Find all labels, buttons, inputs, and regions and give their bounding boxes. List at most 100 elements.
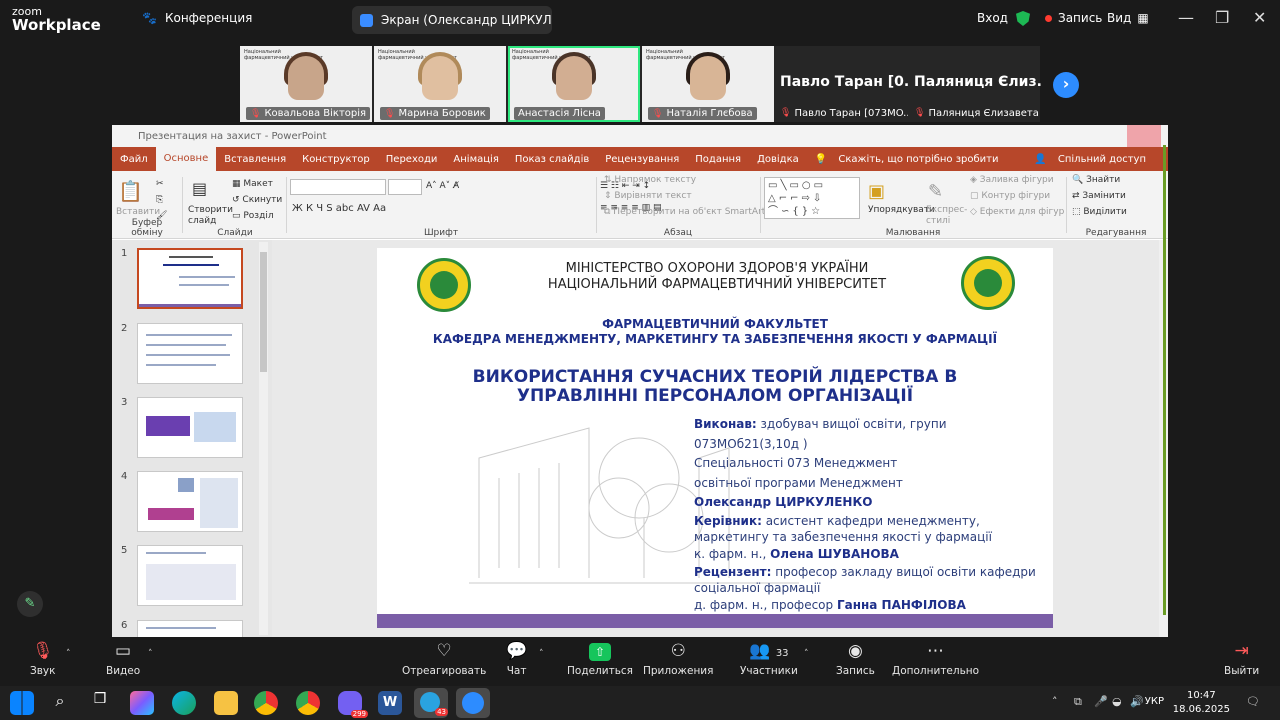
tab-transitions[interactable]: Переходи — [378, 154, 446, 165]
participant-video — [288, 56, 324, 100]
slide-thumbnail[interactable] — [137, 545, 243, 606]
tell-me-box[interactable]: 💡 Скажіть, що потрібно зробити — [807, 154, 1015, 165]
participant-tile-no-video[interactable]: Павло Таран [0... 🎙 Павло Таран [073MO... — [774, 46, 913, 122]
viber-icon[interactable]: 299 — [338, 691, 368, 718]
section-button[interactable]: ▭ Розділ — [232, 211, 274, 221]
more-button[interactable]: ⋯ Дополнительно — [892, 640, 979, 677]
search-icon[interactable]: ⌕ — [48, 691, 72, 715]
record-button[interactable]: ◉ Запись — [836, 640, 875, 677]
video-button[interactable]: ▭ Видео — [106, 640, 140, 677]
annotate-pen-icon[interactable]: ✎ — [17, 591, 43, 617]
task-view-icon[interactable]: ❒ — [88, 691, 112, 715]
maximize-icon[interactable]: ❐ — [1215, 8, 1229, 27]
slide-thumbnail[interactable] — [137, 397, 243, 458]
align-text-button[interactable]: ⇕ Вирівняти текст — [604, 191, 692, 201]
tab-animation[interactable]: Анімація — [445, 154, 506, 165]
font-size-combo[interactable] — [388, 179, 422, 195]
chrome-icon[interactable] — [254, 691, 278, 715]
participant-tile[interactable]: Національний фармацевтичний університет … — [374, 46, 506, 122]
audio-button[interactable]: 🎙 Звук — [30, 640, 55, 677]
font-grow-shrink-icon[interactable]: A˄ A˅ A̸ — [426, 181, 459, 191]
next-page-arrow-icon[interactable]: › — [1053, 72, 1079, 98]
participants-button[interactable]: 👥 33 Участники — [740, 640, 798, 677]
ppt-close-button[interactable] — [1127, 125, 1161, 147]
muted-microphone-icon: 🎙 — [31, 641, 54, 661]
participant-tile[interactable]: Національний фармацевтичний університет … — [240, 46, 372, 122]
network-icon[interactable]: ◒ — [1112, 695, 1122, 708]
shape-outline-button[interactable]: ▢ Контур фігури — [970, 191, 1050, 201]
leave-button[interactable]: ⇥ Выйти — [1224, 640, 1259, 677]
select-button[interactable]: ⬚ Виділити — [1072, 207, 1127, 217]
chat-options-chevron-icon[interactable]: ˄ — [539, 649, 544, 659]
slide-thumbnail[interactable] — [137, 323, 243, 384]
participant-tile[interactable]: Національний фармацевтичний університет … — [642, 46, 774, 122]
text-direction-button[interactable]: ⇅ Напрямок тексту — [604, 175, 696, 185]
react-button[interactable]: ♡ Отреагировать — [402, 640, 486, 677]
smartart-button[interactable]: ⧉ Перетворити на об'єкт SmartArt — [604, 207, 765, 217]
conference-menu[interactable]: 🐾 Конференция — [142, 11, 252, 25]
cut-icon[interactable]: ✂ — [156, 179, 164, 189]
tab-view[interactable]: Подання — [687, 154, 749, 165]
volume-icon[interactable]: 🔊 — [1130, 695, 1144, 708]
close-icon[interactable]: ✕ — [1253, 8, 1266, 27]
tab-design[interactable]: Конструктор — [294, 154, 378, 165]
notification-icon[interactable]: 🗨 — [1246, 695, 1260, 708]
chat-button[interactable]: 💬 Чат — [506, 640, 527, 677]
input-language-indicator[interactable]: УКР — [1145, 696, 1164, 707]
recording-indicator[interactable]: Запись — [1045, 11, 1102, 25]
participant-tile-no-video[interactable]: Паляниця Єлиз... 🎙 Паляниця Єлизавета — [908, 46, 1042, 122]
font-name-combo[interactable] — [290, 179, 386, 195]
tray-overflow-chevron-icon[interactable]: ˄ — [1052, 695, 1058, 708]
participants-options-chevron-icon[interactable]: ˄ — [804, 649, 809, 659]
reset-button[interactable]: ↺ Скинути — [232, 195, 282, 205]
quick-styles-icon[interactable]: ✎ — [928, 181, 943, 202]
minimize-icon[interactable]: — — [1178, 8, 1194, 27]
signin-button[interactable]: Вход — [977, 11, 1008, 25]
screen-share-tab[interactable]: Экран (Олександр ЦИРКУЛЕНКО) ••• — [352, 6, 552, 34]
slide-thumbnail[interactable] — [137, 620, 243, 637]
participant-tile-active-speaker[interactable]: Національний фармацевтичний університет … — [508, 46, 640, 122]
shapes-gallery[interactable]: ▭╲▭○▭ △⌐⌐⇨⇩ ⌒∽{}☆ — [764, 177, 860, 219]
tab-slideshow[interactable]: Показ слайдів — [507, 154, 597, 165]
telegram-taskbar-button[interactable]: 43 — [414, 688, 448, 718]
system-clock[interactable]: 10:47 18.06.2025 — [1173, 689, 1230, 717]
chrome-icon[interactable] — [296, 691, 320, 715]
edge-icon[interactable] — [172, 691, 196, 715]
microphone-tray-icon[interactable]: 🎤 — [1094, 695, 1108, 708]
security-shield-icon[interactable] — [1016, 11, 1030, 26]
share-screen-button[interactable]: ⇧ Поделиться — [567, 640, 633, 677]
copilot-icon[interactable] — [130, 691, 154, 715]
record-dot-icon — [1045, 14, 1052, 22]
tab-home[interactable]: Основне — [155, 147, 217, 171]
tray-app-icon[interactable]: ⧉ — [1074, 695, 1082, 709]
layout-button[interactable]: ▦ Макет — [232, 179, 273, 189]
audio-options-chevron-icon[interactable]: ˄ — [66, 649, 71, 659]
paste-icon[interactable]: 📋 — [118, 179, 143, 203]
tab-review[interactable]: Рецензування — [597, 154, 687, 165]
tab-help[interactable]: Довідка — [749, 154, 807, 165]
apps-button[interactable]: ⚇ Приложения — [643, 640, 713, 677]
video-options-chevron-icon[interactable]: ˄ — [148, 649, 153, 659]
shape-fill-button[interactable]: ◈ Заливка фігури — [970, 175, 1054, 185]
word-icon[interactable]: W — [378, 691, 402, 715]
new-slide-icon[interactable]: ▤ — [192, 179, 207, 198]
find-button[interactable]: 🔍 Знайти — [1072, 175, 1120, 185]
shape-effects-button[interactable]: ◇ Ефекти для фігур — [970, 207, 1064, 217]
tab-insert[interactable]: Вставлення — [216, 154, 294, 165]
file-explorer-icon[interactable] — [214, 691, 238, 715]
current-slide[interactable]: МІНІСТЕРСТВО ОХОРОНИ ЗДОРОВ'Я УКРАЇНИ НА… — [377, 248, 1053, 628]
view-button[interactable]: Вид ▦ — [1107, 11, 1149, 25]
tab-file[interactable]: Файл — [112, 154, 156, 165]
slide-thumbnail[interactable] — [137, 248, 243, 309]
thumbnails-scrollbar[interactable] — [259, 242, 268, 635]
windows-start-icon[interactable] — [10, 691, 34, 715]
zoom-taskbar-button[interactable] — [456, 688, 490, 718]
replace-button[interactable]: ⇄ Замінити — [1072, 191, 1126, 201]
slide-thumbnail[interactable] — [137, 471, 243, 532]
arrange-button[interactable]: Упорядкувати — [868, 205, 935, 215]
arrange-icon[interactable]: ▣ — [868, 181, 885, 202]
slide-footer-bar — [377, 614, 1053, 628]
copy-icon[interactable]: ⎘ — [156, 195, 163, 205]
font-format-buttons[interactable]: Ж К Ч S abc AV Aa — [292, 203, 386, 214]
share-access-button[interactable]: 👤 Спільний доступ — [1026, 154, 1168, 165]
